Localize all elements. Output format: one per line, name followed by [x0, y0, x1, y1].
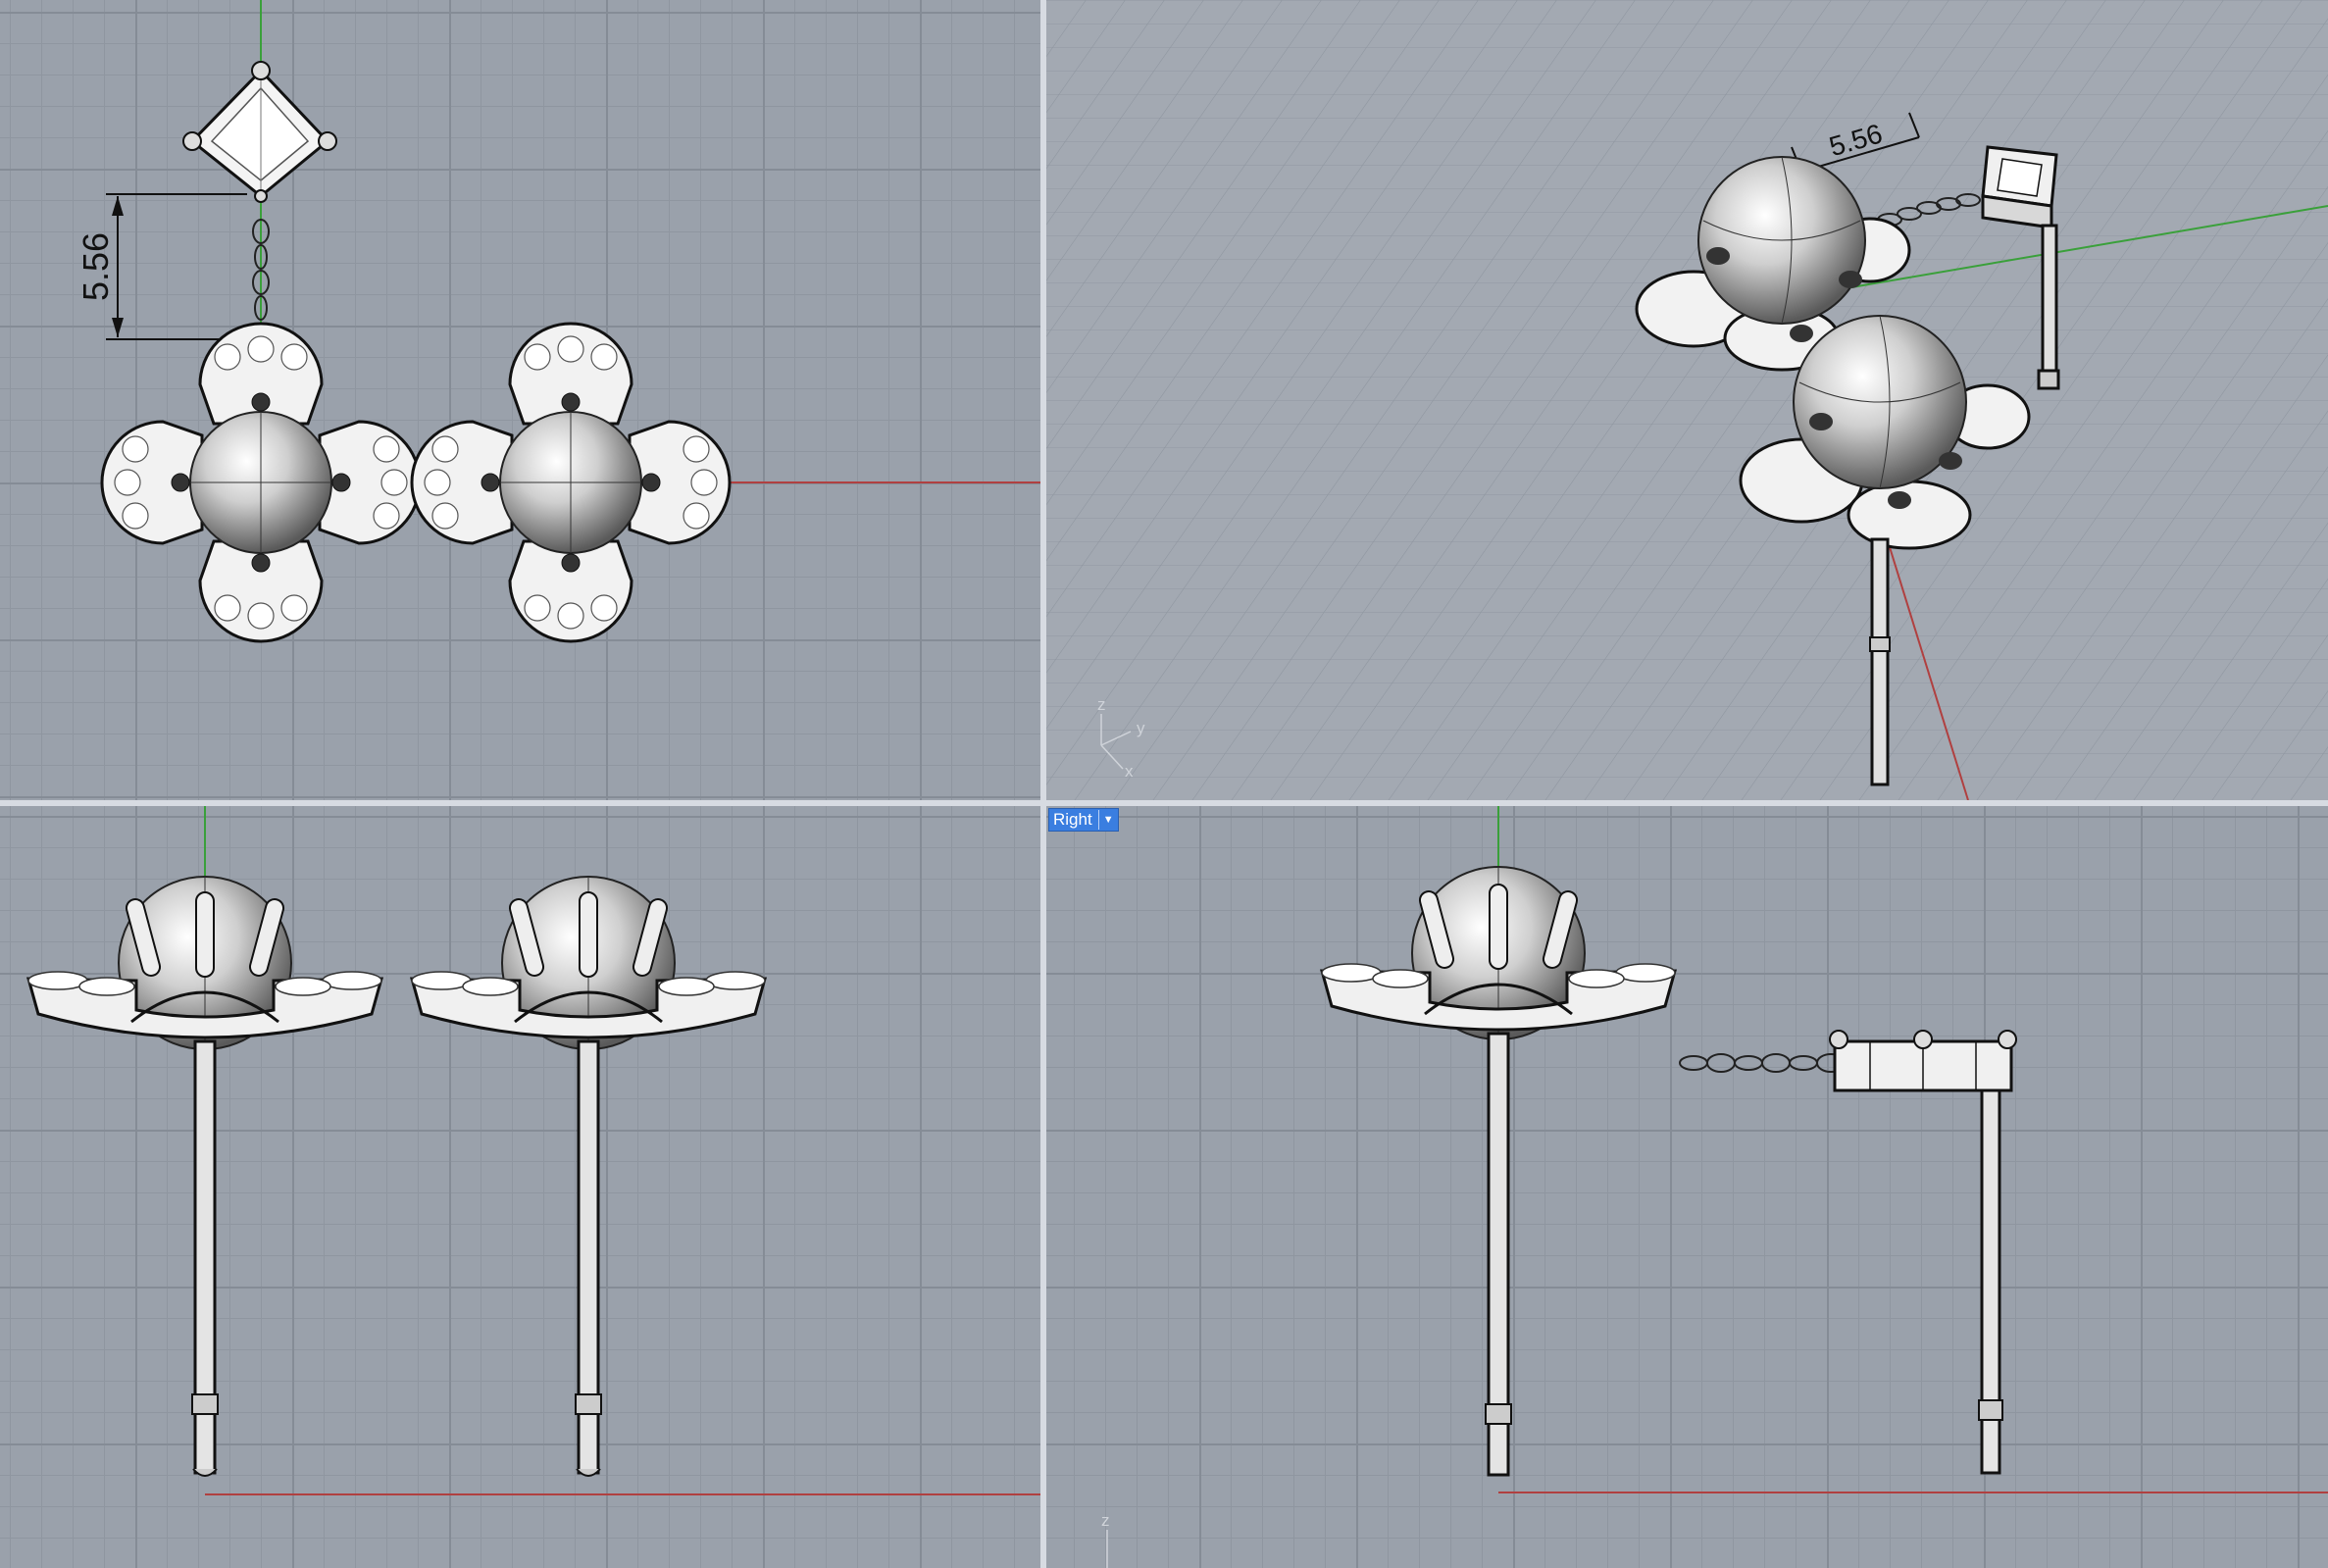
dimension-annotation: 5.56	[76, 193, 247, 340]
chevron-down-icon[interactable]: ▼	[1097, 810, 1114, 830]
earring-front-right	[410, 876, 767, 1477]
viewport-top[interactable]: 5.56	[0, 0, 1040, 800]
top-view-canvas: 5.56	[76, 0, 1040, 643]
perspective-grid	[1046, 0, 2328, 800]
viewport-perspective[interactable]: 5.56 z y x	[1046, 0, 2328, 800]
earring-top-right	[410, 322, 732, 643]
viewport-label-right[interactable]: Right ▼	[1048, 808, 1119, 832]
axis-label-y: y	[1137, 719, 1145, 737]
perspective-view-canvas: 5.56 z y x	[1046, 0, 2328, 800]
diamond-drop	[182, 61, 337, 203]
viewport-right[interactable]: z Right ▼	[1046, 806, 2328, 1568]
axis-label-z: z	[1097, 695, 1106, 714]
square-drop	[1829, 1030, 2017, 1475]
axis-label-z: z	[1101, 1511, 1110, 1530]
right-view-canvas: z	[1101, 806, 2328, 1568]
axis-label-x: x	[1125, 762, 1134, 781]
viewport-label-text: Right	[1053, 810, 1092, 829]
dimension-label: 5.56	[76, 232, 116, 301]
viewport-front[interactable]	[0, 806, 1040, 1568]
earring-top-left	[100, 322, 422, 643]
earring-front-left	[26, 876, 383, 1477]
front-view-canvas	[26, 806, 1040, 1495]
earring-right-view	[1320, 866, 1677, 1477]
